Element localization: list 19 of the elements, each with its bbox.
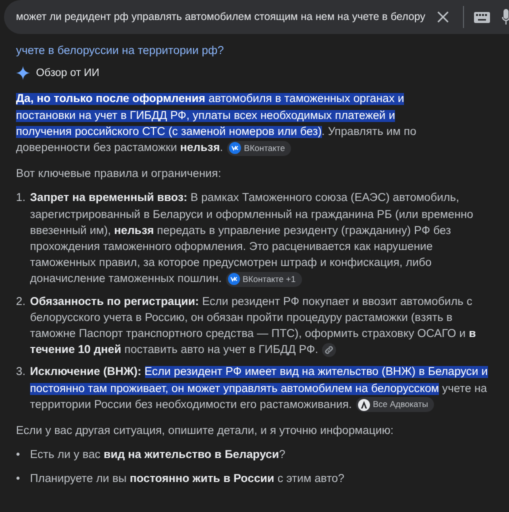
list-item-text: Исключение (ВНЖ): Если резидент РФ имеет вид на жительство (ВНЖ) в Беларуси и постоянно там проживает, он может управлять автомобилем на белорусском учете на территории России без необходимости его растаможивания. Все Адвокаты: [30, 365, 489, 414]
list-item-text: Обязанность по регистрации: Если резидент РФ покупает и ввозит автомобиль с белорусского учета в Россию, он обязан пройти процедуру растаможки (взять в таможне Паспорт транспортного средства — ПТС), оформить страховку ОСАГО и в течение 10 дней поставить авто на учет в ГИБДД РФ.: [30, 294, 477, 358]
source-chip[interactable]: ВКонтакте +1: [226, 272, 302, 287]
ai-overview-label: Обзор от ИИ: [36, 66, 100, 82]
bullet-text: Есть ли у вас вид на жительство в Беларуси?: [30, 448, 286, 464]
source-chip[interactable]: ВКонтакте: [227, 140, 291, 156]
source-chip[interactable]: Все Адвокаты: [356, 397, 434, 412]
bullet-marker: •: [16, 472, 21, 488]
bullet-marker: •: [16, 448, 21, 464]
query-link[interactable]: учете в белоруссии на территории рф?: [16, 43, 493, 60]
bullet-text: Планируете ли вы постоянно жить в России с этим авто?: [30, 472, 346, 488]
search-field[interactable]: может ли редидент рф управлять автомобилем стоящим на нем на учете в белору: [4, 0, 509, 34]
closing-text: Если у вас другая ситуация, опишите детали, и я уточню информацию:: [16, 424, 395, 440]
lead-text: Вот ключевые правила и ограничения:: [16, 167, 222, 182]
list-number: 2.: [16, 294, 26, 310]
answer-paragraph: Да, но только после оформления автомобиля в таможенных органах и постановки на учет в ГИБДД РФ, уплаты всех необходимых платежей и получения российского СТС (с заменой номеров или без). Управлять им по доверенности без растаможки нельзя. ВКонтакте: [16, 92, 418, 156]
list-number: 1.: [16, 191, 26, 206]
list-item-text: Запрет на временный ввоз: В рамках Таможенного союза (ЕАЭС) автомобиль, зарегистрированный в Беларуси и оформленный на гражданина РБ (или временно ввезенный им), нельзя передать в управление резиденту (гражданину) РФ без прохождения таможенного оформления. Это расценивается как нарушение таможенных правил, за которое предусмотрен штраф и конфискация, либо доначисление таможенных пошлин. ВКонтакте +1: [30, 191, 474, 288]
list-number: 3.: [16, 365, 26, 380]
